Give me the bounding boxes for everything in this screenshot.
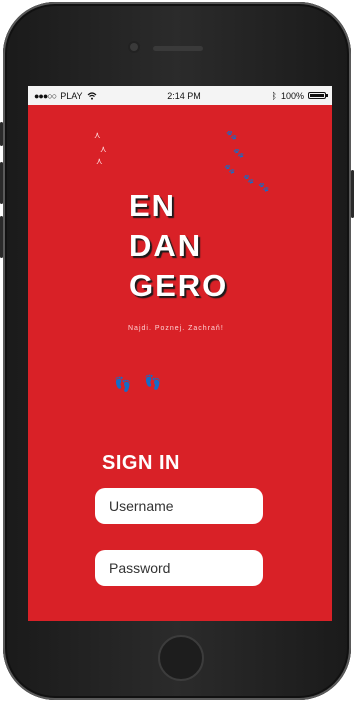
paw-track-icon: 🐾 xyxy=(243,174,255,184)
earpiece-speaker xyxy=(153,46,203,51)
footprint-icon: 👣 xyxy=(144,374,162,390)
app-screen: ●●●○○ PLAY 2:14 PM ᛒ 100% ⋏ ⋏ ⋏ 🐾 🐾 🐾 🐾 … xyxy=(28,86,332,621)
paw-track-icon: 🐾 xyxy=(224,164,236,174)
logo-line-1: EN xyxy=(129,188,177,223)
clock: 2:14 PM xyxy=(167,90,201,101)
volume-up-button xyxy=(0,162,3,204)
battery-percentage: 100% xyxy=(280,90,304,101)
signal-icon: ●●●○○ xyxy=(34,90,57,101)
logo-line-3: GERO xyxy=(129,268,229,303)
wifi-icon xyxy=(87,91,96,100)
status-bar: ●●●○○ PLAY 2:14 PM ᛒ 100% xyxy=(28,86,332,105)
bluetooth-icon: ᛒ xyxy=(271,90,277,101)
username-input[interactable] xyxy=(95,488,263,524)
paw-track-icon: 🐾 xyxy=(226,130,238,140)
password-input[interactable] xyxy=(95,550,263,586)
bird-track-icon: ⋏ xyxy=(100,144,107,154)
home-button[interactable] xyxy=(158,635,204,681)
paw-track-icon: 🐾 xyxy=(233,148,245,158)
bird-track-icon: ⋏ xyxy=(94,130,101,140)
logo-line-2: DAN xyxy=(129,228,203,263)
carrier-label: PLAY xyxy=(60,90,83,101)
power-button xyxy=(351,170,354,218)
paw-track-icon: 🐾 xyxy=(258,182,270,192)
mute-switch xyxy=(0,122,3,146)
front-camera xyxy=(130,43,138,51)
app-logo: EN DAN GERO xyxy=(129,186,228,306)
tagline: Najdi. Poznej. Zachraň! xyxy=(128,325,224,332)
bird-track-icon: ⋏ xyxy=(96,156,103,166)
footprint-icon: 👣 xyxy=(114,376,132,392)
volume-down-button xyxy=(0,216,3,258)
sign-in-title: SIGN IN xyxy=(102,452,180,474)
battery-icon xyxy=(307,92,328,99)
